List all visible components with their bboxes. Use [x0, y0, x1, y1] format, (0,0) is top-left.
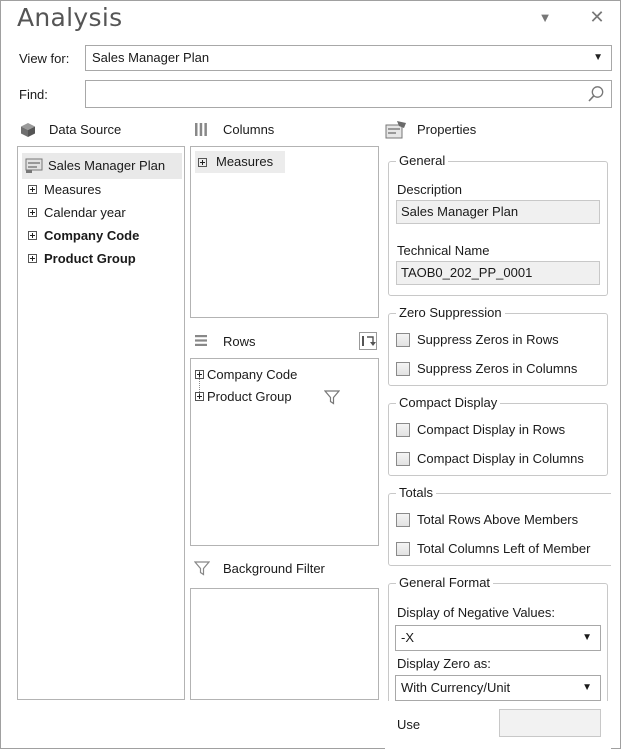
total-columns-left-checkbox[interactable]	[396, 542, 410, 556]
total-columns-left-label: Total Columns Left of Member	[417, 541, 591, 556]
suppress-zeros-rows-label: Suppress Zeros in Rows	[417, 332, 559, 347]
compact-display-columns-checkbox[interactable]	[396, 452, 410, 466]
general-title: General	[396, 153, 449, 168]
negative-values-label: Display of Negative Values:	[397, 605, 556, 620]
technical-name-label: Technical Name	[397, 243, 490, 258]
display-zero-value: With Currency/Unit	[401, 680, 511, 695]
background-filter-icon	[194, 561, 210, 576]
expand-icon[interactable]	[198, 158, 207, 168]
suppress-zeros-columns-checkbox[interactable]	[396, 362, 410, 376]
compact-display-title: Compact Display	[396, 395, 501, 410]
tree-item-company-code[interactable]: Company Code	[28, 228, 139, 243]
expand-icon[interactable]	[28, 254, 37, 264]
rows-header: Rows	[223, 334, 256, 349]
total-rows-above-checkbox[interactable]	[396, 513, 410, 527]
columns-pane: Measures	[190, 146, 379, 318]
compact-display-rows-checkbox[interactable]	[396, 423, 410, 437]
dropdown-arrow-icon: ▼	[582, 632, 592, 643]
close-icon[interactable]: ✕	[587, 8, 607, 27]
tree-item-calendar-year[interactable]: Calendar year	[28, 205, 126, 220]
general-format-title: General Format	[396, 575, 494, 590]
columns-header: Columns	[223, 122, 275, 137]
dropdown-arrow-icon: ▼	[593, 52, 603, 63]
suppress-zeros-columns-label: Suppress Zeros in Columns	[417, 361, 578, 376]
totals-title: Totals	[396, 485, 436, 500]
rows-icon	[195, 335, 207, 346]
data-source-root-label: Sales Manager Plan	[48, 158, 166, 173]
row-item-product-group[interactable]: Product Group	[195, 389, 292, 404]
view-for-dropdown[interactable]: Sales Manager Plan ▼	[85, 45, 612, 71]
find-label: Find:	[19, 87, 48, 102]
compact-display-columns-label: Compact Display in Columns	[417, 451, 584, 466]
rows-pane: Company Code Product Group	[190, 358, 379, 546]
swap-axes-icon[interactable]	[359, 332, 377, 350]
panel-title: Analysis	[17, 3, 123, 32]
row-item-company-code[interactable]: Company Code	[195, 367, 297, 382]
use-field[interactable]	[499, 709, 601, 737]
total-rows-above-label: Total Rows Above Members	[417, 512, 579, 527]
column-item-measures[interactable]: Measures	[195, 151, 285, 173]
properties-icon	[385, 121, 406, 139]
background-filter-pane	[190, 588, 379, 700]
expand-icon[interactable]	[28, 208, 37, 218]
display-zero-select[interactable]: With Currency/Unit ▼	[395, 675, 601, 701]
suppress-zeros-rows-checkbox[interactable]	[396, 333, 410, 347]
data-source-pane: Sales Manager Plan Measures Calendar yea…	[17, 146, 185, 700]
columns-icon	[195, 123, 207, 136]
query-icon	[25, 158, 43, 173]
data-source-cube-icon	[21, 123, 35, 137]
dropdown-arrow-icon: ▼	[582, 682, 592, 693]
tree-item-measures[interactable]: Measures	[28, 182, 101, 197]
properties-header: Properties	[417, 122, 477, 137]
negative-values-select[interactable]: -X ▼	[395, 625, 601, 651]
properties-pane: 1 General Description Sales Manager Plan…	[385, 146, 611, 749]
expand-icon[interactable]	[195, 370, 204, 380]
tree-item-product-group[interactable]: Product Group	[28, 251, 136, 266]
expand-icon[interactable]	[195, 392, 204, 402]
analysis-panel: Analysis ▼ ✕ View for: Sales Manager Pla…	[0, 0, 621, 749]
display-zero-label: Display Zero as:	[397, 656, 491, 671]
view-for-label: View for:	[19, 51, 70, 66]
data-source-root[interactable]: Sales Manager Plan	[22, 153, 182, 179]
data-source-header: Data Source	[49, 122, 122, 137]
use-label: Use	[397, 717, 421, 732]
find-input[interactable]	[85, 80, 612, 108]
description-field: Sales Manager Plan	[396, 200, 600, 224]
chevron-down-icon[interactable]: ▼	[535, 9, 555, 27]
expand-icon[interactable]	[28, 231, 37, 241]
zero-suppression-title: Zero Suppression	[396, 305, 505, 320]
negative-values-value: -X	[401, 630, 414, 645]
description-label: Description	[397, 182, 463, 197]
search-icon[interactable]	[587, 85, 605, 103]
filter-icon[interactable]	[324, 390, 340, 405]
background-filter-header: Background Filter	[223, 561, 325, 576]
view-for-value: Sales Manager Plan	[92, 50, 210, 65]
technical-name-field: TAOB0_202_PP_0001	[396, 261, 600, 285]
expand-icon[interactable]	[28, 185, 37, 195]
compact-display-rows-label: Compact Display in Rows	[417, 422, 566, 437]
